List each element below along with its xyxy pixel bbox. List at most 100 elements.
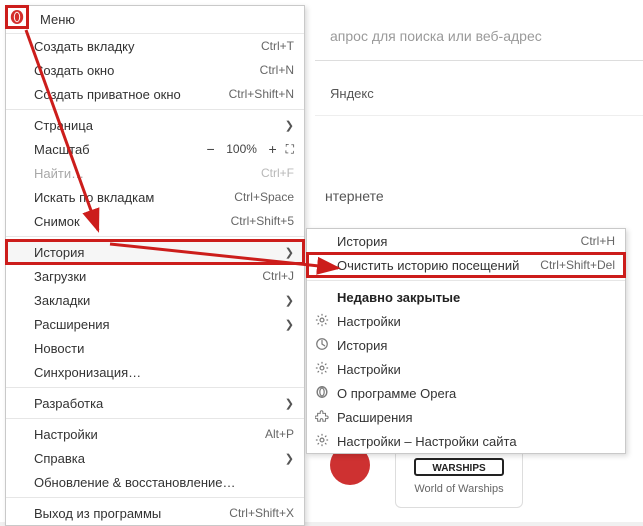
menu-item-new-window[interactable]: Создать окно Ctrl+N: [6, 58, 304, 82]
menu-separator: [6, 497, 304, 498]
opera-icon: [315, 385, 331, 401]
gear-icon: [315, 313, 331, 329]
menu-item-label: История: [34, 245, 279, 260]
menu-separator: [6, 418, 304, 419]
recent-item[interactable]: О программе Opera: [307, 381, 625, 405]
menu-item-label: Создать вкладку: [34, 39, 261, 54]
chevron-right-icon: ❯: [285, 246, 294, 259]
menu-item-label: Обновление & восстановление…: [34, 475, 294, 490]
clock-icon: [315, 337, 331, 353]
menu-item-help[interactable]: Справка ❯: [6, 446, 304, 470]
menu-item-page[interactable]: Страница ❯: [6, 113, 304, 137]
menu-separator: [307, 280, 625, 281]
menu-item-exit[interactable]: Выход из программы Ctrl+Shift+X: [6, 501, 304, 525]
menu-title: Меню: [6, 6, 304, 34]
recent-item[interactable]: Настройки: [307, 309, 625, 333]
menu-item-label: Расширения: [34, 317, 279, 332]
recent-item-label: Расширения: [337, 410, 615, 425]
recent-item-label: Настройки – Настройки сайта: [337, 434, 615, 449]
menu-item-label: Снимок: [34, 214, 231, 229]
menu-item-bookmarks[interactable]: Закладки ❯: [6, 288, 304, 312]
menu-item-downloads[interactable]: Загрузки Ctrl+J: [6, 264, 304, 288]
zoom-percent: 100%: [220, 142, 264, 156]
menu-item-shortcut: Ctrl+Shift+N: [229, 87, 294, 101]
menu-item-shortcut: Ctrl+Shift+5: [231, 214, 294, 228]
puzzle-icon: [315, 409, 331, 425]
menu-item-shortcut: Ctrl+F: [261, 166, 294, 180]
menu-item-search-tabs[interactable]: Искать по вкладкам Ctrl+Space: [6, 185, 304, 209]
menu-item-extensions[interactable]: Расширения ❯: [6, 312, 304, 336]
submenu-item-history[interactable]: История Ctrl+H: [307, 229, 625, 253]
menu-separator: [6, 109, 304, 110]
speed-dial-tile-warships[interactable]: WARSHIPS World of Warships: [395, 448, 523, 508]
menu-item-label: Страница: [34, 118, 279, 133]
menu-item-new-private[interactable]: Создать приватное окно Ctrl+Shift+N: [6, 82, 304, 106]
menu-item-label: История: [337, 234, 581, 249]
menu-item-label: Выход из программы: [34, 506, 229, 521]
chevron-right-icon: ❯: [285, 452, 294, 465]
menu-item-shortcut: Ctrl+T: [261, 39, 294, 53]
menu-item-shortcut: Ctrl+Shift+Del: [540, 258, 615, 272]
menu-item-label: Новости: [34, 341, 294, 356]
menu-item-label: Искать по вкладкам: [34, 190, 234, 205]
menu-item-dev[interactable]: Разработка ❯: [6, 391, 304, 415]
menu-item-shortcut: Ctrl+H: [581, 234, 615, 248]
recent-item[interactable]: История: [307, 333, 625, 357]
menu-item-label: Загрузки: [34, 269, 262, 284]
chevron-right-icon: ❯: [285, 397, 294, 410]
menu-item-find[interactable]: Найти… Ctrl+F: [6, 161, 304, 185]
menu-item-label: Найти…: [34, 166, 261, 181]
menu-item-update[interactable]: Обновление & восстановление…: [6, 470, 304, 494]
menu-separator: [6, 236, 304, 237]
menu-item-shortcut: Ctrl+Shift+X: [229, 506, 294, 520]
menu-item-zoom: Масштаб − 100% + ⛶: [6, 137, 304, 161]
warships-logo-icon: WARSHIPS: [409, 453, 509, 481]
menu-item-label: Закладки: [34, 293, 279, 308]
menu-item-label: Создать приватное окно: [34, 87, 229, 102]
history-submenu: История Ctrl+H Очистить историю посещени…: [306, 228, 626, 454]
menu-item-label: Очистить историю посещений: [337, 258, 540, 273]
speed-dial-yandex-label: Яндекс: [330, 86, 374, 101]
recent-item-label: История: [337, 338, 615, 353]
chevron-right-icon: ❯: [285, 119, 294, 132]
tile-caption: World of Warships: [396, 483, 522, 495]
menu-item-sync[interactable]: Синхронизация…: [6, 360, 304, 384]
search-internet-label: нтернете: [325, 188, 384, 204]
main-menu: Меню Создать вкладку Ctrl+T Создать окно…: [5, 5, 305, 526]
menu-item-new-tab[interactable]: Создать вкладку Ctrl+T: [6, 34, 304, 58]
chevron-right-icon: ❯: [285, 294, 294, 307]
menu-item-label: Синхронизация…: [34, 365, 294, 380]
menu-item-label: Создать окно: [34, 63, 260, 78]
opera-icon: [9, 9, 25, 25]
menu-item-snapshot[interactable]: Снимок Ctrl+Shift+5: [6, 209, 304, 233]
recent-item[interactable]: Расширения: [307, 405, 625, 429]
zoom-in-button[interactable]: +: [264, 141, 282, 157]
recent-item[interactable]: Настройки – Настройки сайта: [307, 429, 625, 453]
zoom-out-button[interactable]: −: [202, 141, 220, 157]
fullscreen-button[interactable]: ⛶: [286, 142, 294, 157]
chevron-right-icon: ❯: [285, 318, 294, 331]
menu-item-shortcut: Alt+P: [265, 427, 294, 441]
address-bar-placeholder: апрос для поиска или веб-адрес: [330, 28, 542, 44]
recent-item-label: О программе Opera: [337, 386, 615, 401]
menu-item-news[interactable]: Новости: [6, 336, 304, 360]
menu-item-shortcut: Ctrl+Space: [234, 190, 294, 204]
svg-text:WARSHIPS: WARSHIPS: [432, 463, 486, 474]
menu-item-history[interactable]: История ❯: [6, 240, 304, 264]
recent-item[interactable]: Настройки: [307, 357, 625, 381]
recent-item-label: Настройки: [337, 314, 615, 329]
gear-icon: [315, 433, 331, 449]
menu-item-label: Разработка: [34, 396, 279, 411]
menu-item-shortcut: Ctrl+N: [260, 63, 294, 77]
gear-icon: [315, 361, 331, 377]
menu-item-label: Масштаб: [34, 142, 202, 157]
menu-item-label: Настройки: [34, 427, 265, 442]
recent-item-label: Настройки: [337, 362, 615, 377]
submenu-item-clear-history[interactable]: Очистить историю посещений Ctrl+Shift+De…: [307, 253, 625, 277]
recently-closed-header: Недавно закрытые: [307, 284, 625, 309]
opera-menu-button[interactable]: [5, 5, 29, 29]
menu-item-shortcut: Ctrl+J: [262, 269, 294, 283]
menu-item-label: Справка: [34, 451, 279, 466]
menu-separator: [6, 387, 304, 388]
menu-item-settings[interactable]: Настройки Alt+P: [6, 422, 304, 446]
